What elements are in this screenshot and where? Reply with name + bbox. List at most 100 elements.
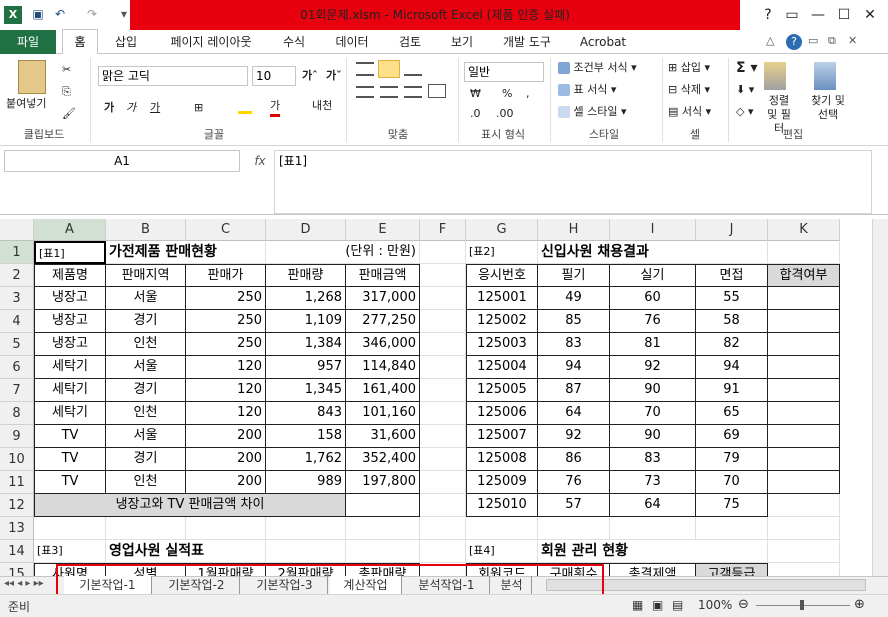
table1-cell[interactable]: 냉장고 xyxy=(34,287,106,310)
table2-cell[interactable]: 125007 xyxy=(466,425,538,448)
table1-cell[interactable]: 250 xyxy=(186,287,266,310)
row-header[interactable]: 10 xyxy=(0,448,34,471)
row-header[interactable]: 7 xyxy=(0,379,34,402)
table1-header[interactable]: 판매가 xyxy=(186,264,266,287)
table2-pass-cell[interactable] xyxy=(768,425,840,448)
table1-cell[interactable]: TV xyxy=(34,448,106,471)
column-header[interactable]: G xyxy=(466,219,538,241)
grid-cell[interactable] xyxy=(266,517,346,540)
table2-cell[interactable]: 70 xyxy=(696,471,768,494)
tab-file[interactable]: 파일 xyxy=(0,30,56,54)
table2-cell[interactable]: 69 xyxy=(696,425,768,448)
table1-cell[interactable]: 120 xyxy=(186,379,266,402)
row-header[interactable]: 11 xyxy=(0,471,34,494)
table2-title[interactable]: 신입사원 채용결과 xyxy=(538,241,768,264)
table2-cell[interactable]: 76 xyxy=(610,310,696,333)
grid-cell[interactable] xyxy=(420,540,466,563)
row-header[interactable]: 12 xyxy=(0,494,34,517)
tab-home[interactable]: 홈 xyxy=(62,29,98,55)
table1-cell[interactable]: 200 xyxy=(186,471,266,494)
table2-pass-cell[interactable] xyxy=(768,287,840,310)
table2-cell[interactable]: 60 xyxy=(610,287,696,310)
table2-cell[interactable]: 64 xyxy=(610,494,696,517)
table1-cell[interactable]: TV xyxy=(34,425,106,448)
table1-cell[interactable]: 세탁기 xyxy=(34,379,106,402)
table2-header[interactable]: 실기 xyxy=(610,264,696,287)
grid-cell[interactable] xyxy=(610,517,696,540)
table2-cell[interactable]: 73 xyxy=(610,471,696,494)
cell-styles-button[interactable]: 셀 스타일 ▾ xyxy=(558,104,627,120)
table1-cell[interactable]: 31,600 xyxy=(346,425,420,448)
table1-cell[interactable]: 서울 xyxy=(106,287,186,310)
table1-cell[interactable]: 250 xyxy=(186,333,266,356)
table1-cell[interactable]: 989 xyxy=(266,471,346,494)
table2-cell[interactable]: 57 xyxy=(538,494,610,517)
table2-cell[interactable]: 94 xyxy=(696,356,768,379)
tab-page-layout[interactable]: 페이지 레이아웃 xyxy=(152,30,270,54)
insert-cells-button[interactable]: ⊞ 삽입 ▾ xyxy=(668,60,710,76)
zoom-in-icon[interactable]: ⊕ xyxy=(854,597,865,612)
grid-cell[interactable] xyxy=(420,517,466,540)
paste-button[interactable]: 붙여넣기 xyxy=(6,96,46,112)
worksheet-grid[interactable]: A B C D E F G H I J K 1 2 3 4 5 6 7 8 9 10 11 12 13 14 15 [표1] 가전제품… xyxy=(0,219,872,576)
table2-pass-cell[interactable] xyxy=(768,379,840,402)
table1-cell[interactable]: 101,160 xyxy=(346,402,420,425)
grow-font-icon[interactable]: 가ˆ xyxy=(302,68,318,84)
bold-icon[interactable]: 가 xyxy=(104,100,114,116)
fill-icon[interactable]: ⬇ ▾ xyxy=(736,82,754,98)
format-cells-button[interactable]: ▤ 서식 ▾ xyxy=(668,104,711,120)
window-close-small-icon[interactable]: ✕ xyxy=(848,34,857,47)
grid-cell[interactable] xyxy=(768,494,840,517)
table2-header[interactable]: 응시번호 xyxy=(466,264,538,287)
clear-icon[interactable]: ◇ ▾ xyxy=(736,104,753,120)
table2-cell[interactable]: 94 xyxy=(538,356,610,379)
copy-icon[interactable]: ⎘ xyxy=(62,84,71,100)
underline-icon[interactable]: 가 xyxy=(150,100,160,116)
increase-decimal-icon[interactable]: .0 xyxy=(470,106,481,122)
table1-cell[interactable]: 인천 xyxy=(106,402,186,425)
table1-cell[interactable]: 1,384 xyxy=(266,333,346,356)
fill-color-icon[interactable] xyxy=(238,100,252,114)
sort-filter-icon[interactable] xyxy=(764,62,786,90)
table2-cell[interactable]: 64 xyxy=(538,402,610,425)
view-page-layout-icon[interactable]: ▣ xyxy=(652,598,663,612)
table2-header[interactable]: 합격여부 xyxy=(768,264,840,287)
minimize-icon[interactable]: — xyxy=(806,4,830,26)
grid-cell[interactable] xyxy=(420,287,466,310)
table2-cell[interactable]: 125005 xyxy=(466,379,538,402)
view-page-break-icon[interactable]: ▤ xyxy=(672,598,683,612)
table2-pass-cell[interactable] xyxy=(768,356,840,379)
align-top-icon[interactable] xyxy=(356,62,374,76)
grid-cell[interactable] xyxy=(186,517,266,540)
italic-icon[interactable]: 가 xyxy=(126,100,136,116)
table2-cell[interactable]: 87 xyxy=(538,379,610,402)
zoom-level[interactable]: 100% xyxy=(698,598,732,612)
window-restore-small-icon[interactable]: ⧉ xyxy=(828,34,836,48)
redo-icon[interactable]: ↷ xyxy=(84,6,100,22)
grid-cell[interactable] xyxy=(420,494,466,517)
table2-cell[interactable]: 125003 xyxy=(466,333,538,356)
select-all-corner[interactable] xyxy=(0,219,34,241)
grid-cell[interactable] xyxy=(420,379,466,402)
table1-cell[interactable]: 1,268 xyxy=(266,287,346,310)
table2-cell[interactable]: 125006 xyxy=(466,402,538,425)
table2-cell[interactable]: 125008 xyxy=(466,448,538,471)
font-color-icon[interactable]: 가 xyxy=(270,98,281,117)
border-icon[interactable]: ⊞ xyxy=(194,100,203,116)
maximize-icon[interactable]: ☐ xyxy=(832,4,856,26)
table3-tag[interactable]: [표3] xyxy=(34,540,106,563)
table1-cell[interactable]: 냉장고 xyxy=(34,333,106,356)
cut-icon[interactable]: ✂ xyxy=(62,62,71,78)
delete-cells-button[interactable]: ⊟ 삭제 ▾ xyxy=(668,82,710,98)
table1-cell[interactable]: 인천 xyxy=(106,471,186,494)
table1-cell[interactable]: 200 xyxy=(186,448,266,471)
table2-cell[interactable]: 125002 xyxy=(466,310,538,333)
table1-cell[interactable]: 서울 xyxy=(106,356,186,379)
table1-cell[interactable]: TV xyxy=(34,471,106,494)
format-as-table-button[interactable]: 표 서식 ▾ xyxy=(558,82,616,98)
tab-formulas[interactable]: 수식 xyxy=(272,30,316,54)
ribbon-display-icon[interactable]: ▭ xyxy=(780,4,804,26)
close-icon[interactable]: ✕ xyxy=(858,4,882,26)
table2-cell[interactable]: 125009 xyxy=(466,471,538,494)
table1-cell[interactable]: 경기 xyxy=(106,448,186,471)
